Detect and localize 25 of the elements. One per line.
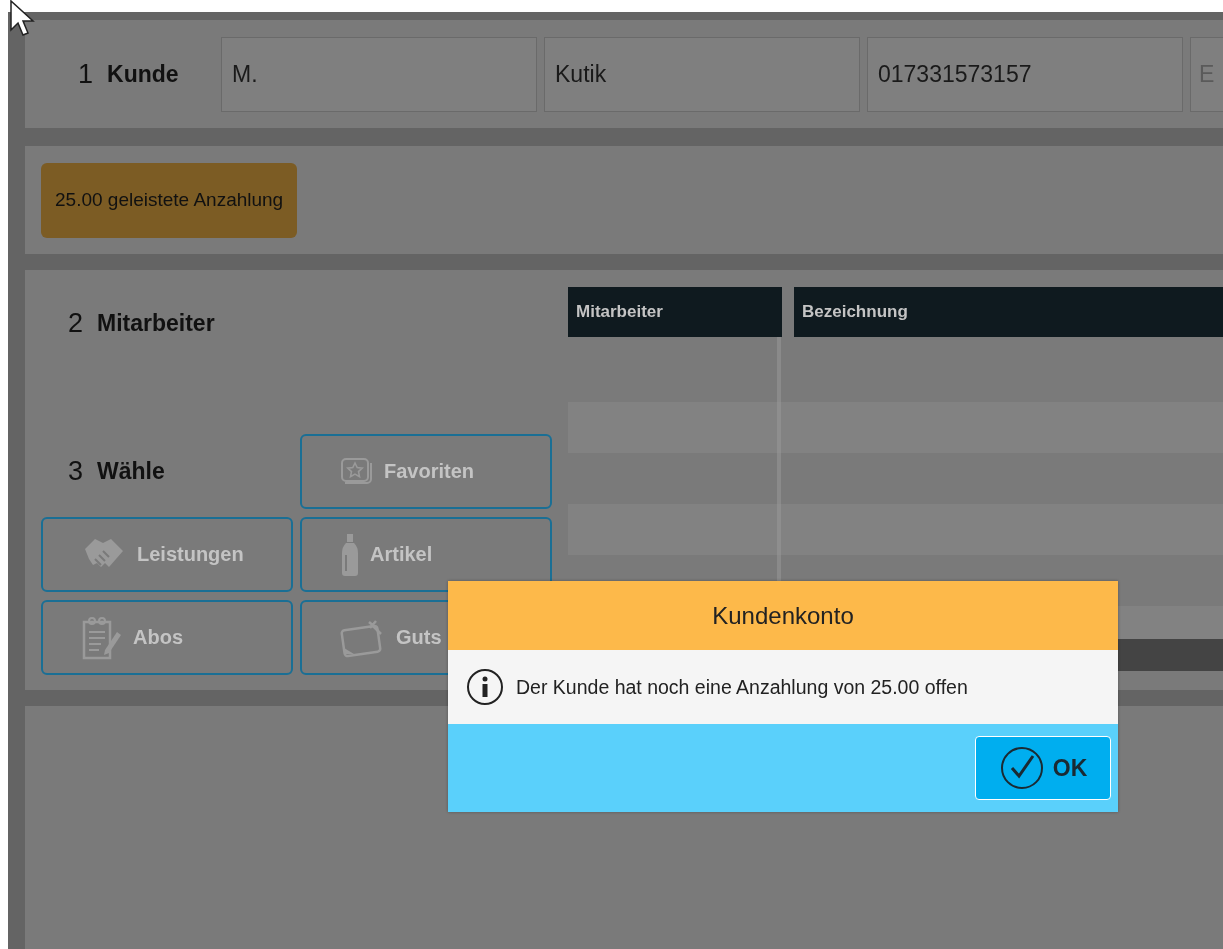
step-number: 1 [78, 58, 94, 90]
dialog-message: Der Kunde hat noch eine Anzahlung von 25.00 offen [516, 675, 968, 699]
section-label: Kunde [107, 60, 179, 88]
input-field[interactable]: 017331573157 [867, 36, 1183, 112]
column-header[interactable]: Mitarbeiter [568, 287, 782, 337]
choice-button[interactable]: Abos [41, 600, 293, 675]
step-number: 2 [68, 307, 84, 339]
section-label: Wähle [97, 458, 165, 485]
choice-button[interactable]: Favoriten [300, 434, 552, 509]
dialog-title: Kundenkonto [448, 581, 1118, 650]
notepad-pen-icon [81, 615, 123, 660]
deposit-badge: 25.00 geleistete Anzahlung [41, 162, 298, 238]
info-icon [466, 668, 504, 706]
section-label: Mitarbeiter [97, 309, 215, 337]
check-circle-icon [998, 745, 1045, 791]
star-card-icon [340, 456, 374, 487]
input-field[interactable]: M. [221, 36, 537, 112]
choice-button[interactable]: Leistungen [41, 517, 293, 592]
bottle-icon [340, 532, 360, 577]
column-header[interactable]: Bezeichnung [794, 287, 1223, 337]
step-number: 3 [68, 456, 84, 487]
choice-button[interactable]: Artikel [300, 517, 552, 592]
input-field[interactable]: Kutik [544, 36, 860, 112]
ok-button[interactable]: OK [975, 736, 1111, 800]
cursor-icon [10, 0, 36, 38]
